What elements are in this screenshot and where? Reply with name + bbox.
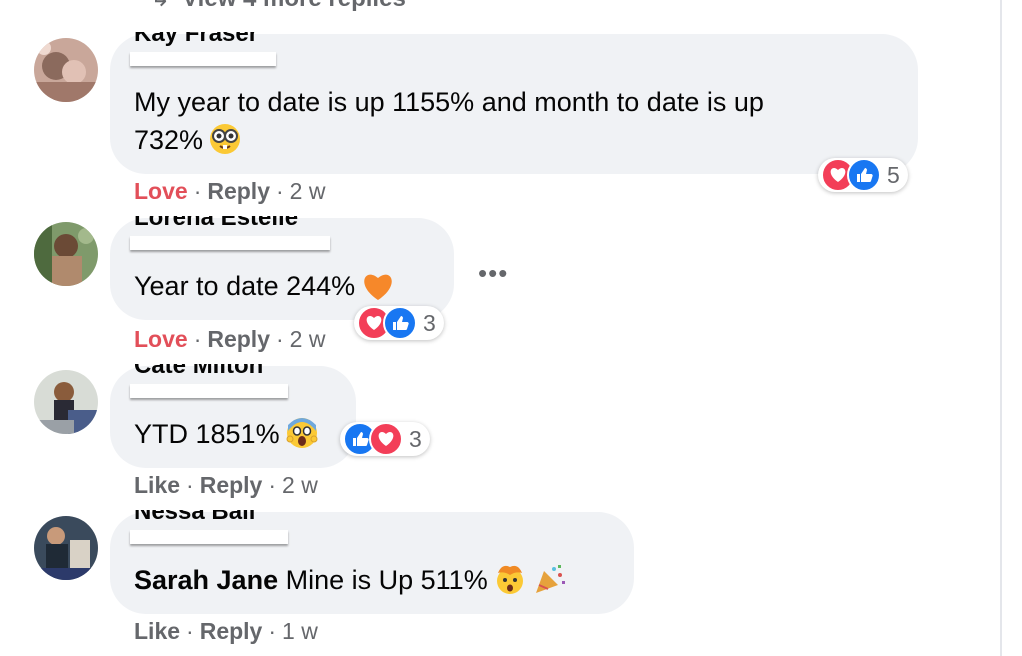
comment-text-line2: 732% <box>134 125 204 155</box>
comment-actions: Like · Reply · 2 w <box>134 472 318 499</box>
love-button[interactable]: Love <box>134 178 188 204</box>
separator-dot: · <box>186 472 194 498</box>
comment-bubble: Lorena Estelle Year to date 244% <box>110 216 454 320</box>
separator-dot: · <box>186 618 194 644</box>
avatar[interactable] <box>34 38 98 102</box>
reply-button[interactable]: Reply <box>200 618 263 644</box>
heart-reaction-icon <box>369 422 403 456</box>
comment-actions: Love · Reply · 2 w <box>134 326 325 353</box>
reply-button[interactable]: Reply <box>207 178 270 204</box>
comment-author[interactable]: Lorena Estelle <box>134 216 304 236</box>
nerd-face-icon <box>209 123 241 165</box>
mention-link[interactable]: Sarah Jane <box>134 565 278 595</box>
reply-arrow-icon: ↳ <box>150 0 170 12</box>
screaming-face-icon <box>286 417 318 459</box>
reaction-count: 3 <box>423 309 436 336</box>
comment-actions: Love · Reply · 2 w <box>134 178 325 205</box>
more-options-button[interactable]: ••• <box>478 258 508 289</box>
comment-bubble: Nessa Ball Sarah Jane Mine is Up 511% <box>110 510 634 614</box>
view-more-replies-label: View 4 more replies <box>182 0 406 12</box>
comment-text-line: YTD 1851% <box>134 419 280 449</box>
separator-dot: · <box>193 178 202 204</box>
comment-bubble: Cate Milton YTD 1851% <box>110 364 356 468</box>
reaction-count: 5 <box>887 161 900 188</box>
comment-timestamp[interactable]: 2 w <box>282 472 318 498</box>
author-redaction-bar <box>130 530 288 544</box>
comment-timestamp[interactable]: 2 w <box>290 178 326 204</box>
reaction-summary[interactable]: 3 <box>340 422 430 456</box>
comment-actions: Like · Reply · 1 w <box>134 618 318 645</box>
like-button[interactable]: Like <box>134 472 180 498</box>
reply-button[interactable]: Reply <box>207 326 270 352</box>
like-reaction-icon <box>383 306 417 340</box>
avatar[interactable] <box>34 370 98 434</box>
love-button[interactable]: Love <box>134 326 188 352</box>
separator-dot: · <box>193 326 202 352</box>
separator-dot: · <box>276 326 284 352</box>
separator-dot: · <box>268 618 277 644</box>
author-redaction-bar <box>130 52 276 66</box>
comment-author[interactable]: Nessa Ball <box>134 510 264 530</box>
reaction-summary[interactable]: 3 <box>354 306 444 340</box>
comment-text: My year to date is up 1155% and month to… <box>134 83 764 165</box>
comment-author[interactable]: Cate Milton <box>134 364 284 384</box>
comment-text-line: Mine is Up 511% <box>285 565 488 595</box>
comment-text: Year to date 244% <box>134 267 395 311</box>
comment-text-line1: My year to date is up 1155% and month to… <box>134 87 764 117</box>
comment-text: Sarah Jane Mine is Up 511% <box>134 561 566 605</box>
party-popper-icon <box>534 563 566 605</box>
avatar[interactable] <box>34 222 98 286</box>
scroll-divider <box>1000 0 1002 656</box>
comment-text-line: Year to date 244% <box>134 271 356 301</box>
reaction-count: 3 <box>409 425 422 452</box>
reply-button[interactable]: Reply <box>200 472 263 498</box>
author-redaction-bar <box>130 384 288 398</box>
exploding-head-icon <box>494 563 526 605</box>
orange-heart-icon <box>361 271 395 311</box>
comment-author[interactable]: Kay Fraser <box>134 32 274 52</box>
author-redaction-bar <box>130 236 330 250</box>
comment-bubble: Kay Fraser My year to date is up 1155% a… <box>110 32 918 174</box>
separator-dot: · <box>268 472 277 498</box>
avatar[interactable] <box>34 516 98 580</box>
separator-dot: · <box>276 178 284 204</box>
comment-timestamp[interactable]: 1 w <box>282 618 318 644</box>
like-button[interactable]: Like <box>134 618 180 644</box>
comment-timestamp[interactable]: 2 w <box>290 326 326 352</box>
like-reaction-icon <box>847 158 881 192</box>
comment-text: YTD 1851% <box>134 415 318 459</box>
view-more-replies-link[interactable]: ↳ View 4 more replies <box>150 0 406 13</box>
reaction-summary[interactable]: 5 <box>818 158 908 192</box>
